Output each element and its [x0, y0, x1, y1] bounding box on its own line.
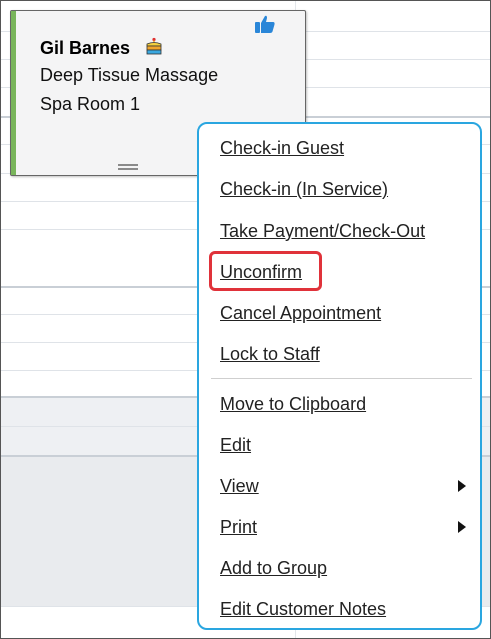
menu-item-move-to-clipboard[interactable]: Move to Clipboard: [220, 394, 366, 415]
menu-item-edit[interactable]: Edit: [220, 435, 251, 456]
submenu-arrow-icon: [458, 480, 466, 492]
menu-item-lock-to-staff[interactable]: Lock to Staff: [220, 344, 320, 365]
schedule-grid: Gil Barnes Deep Tissue Massage Spa Room …: [0, 0, 491, 639]
menu-item-unconfirm[interactable]: Unconfirm: [220, 262, 302, 283]
menu-item-cancel-appointment[interactable]: Cancel Appointment: [220, 303, 381, 324]
menu-item-check-in-in-service[interactable]: Check-in (In Service): [220, 179, 388, 200]
menu-item-take-payment-check-out[interactable]: Take Payment/Check-Out: [220, 221, 425, 242]
status-bar: [11, 11, 16, 175]
menu-item-check-in-guest[interactable]: Check-in Guest: [220, 138, 344, 159]
menu-separator: [211, 378, 472, 379]
room-name: Spa Room 1: [40, 94, 141, 114]
drag-grip-icon[interactable]: [118, 164, 138, 170]
cake-icon: [146, 37, 162, 55]
submenu-arrow-icon: [458, 521, 466, 533]
guest-name: Gil Barnes: [40, 38, 131, 58]
menu-item-view[interactable]: View: [220, 476, 259, 497]
thumbs-up-icon[interactable]: [254, 14, 276, 34]
menu-item-add-to-group[interactable]: Add to Group: [220, 558, 327, 579]
menu-item-print[interactable]: Print: [220, 517, 257, 538]
menu-item-edit-customer-notes[interactable]: Edit Customer Notes: [220, 599, 386, 620]
context-menu: Check-in Guest Check-in (In Service) Tak…: [197, 122, 482, 630]
service-name: Deep Tissue Massage: [40, 65, 219, 85]
